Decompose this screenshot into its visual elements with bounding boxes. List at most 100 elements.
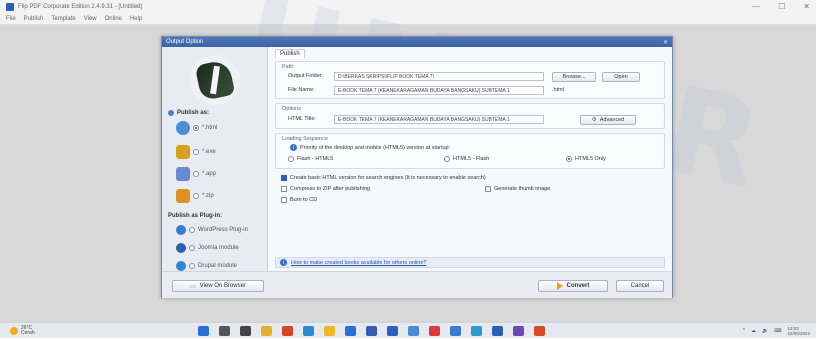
radio-flash-html5[interactable] xyxy=(288,156,294,162)
publish-settings-pane: Publish Path Output Folder: D:\BERKAS SK… xyxy=(269,47,672,271)
output-folder-input[interactable]: D:\BERKAS SKRIPSI\FLIP BOOK TEMA 7\ xyxy=(334,72,544,81)
publish-option-html[interactable]: *.html xyxy=(176,121,217,135)
check-thumb-image[interactable]: Generate thumb image xyxy=(485,186,550,192)
help-info-icon: i xyxy=(280,259,287,266)
calendar-icon[interactable] xyxy=(513,326,524,336)
taskview-icon[interactable] xyxy=(240,326,251,336)
sun-icon xyxy=(10,327,18,335)
tab-publish[interactable]: Publish xyxy=(275,49,305,58)
plugin-radio-wordpress[interactable] xyxy=(189,227,195,233)
play-icon xyxy=(556,282,563,290)
output-folder-label: Output Folder: xyxy=(288,73,324,79)
check-basic-html[interactable]: Create basic HTML version for search eng… xyxy=(281,175,486,181)
app-title: Flip PDF Corporate Edition 2.4.9.31 - [U… xyxy=(18,4,143,10)
plugin-radio-joomla[interactable] xyxy=(189,245,195,251)
menu-view[interactable]: View xyxy=(84,16,97,22)
checkbox-thumb-image[interactable] xyxy=(485,186,491,192)
photos-icon[interactable] xyxy=(450,326,461,336)
menu-online[interactable]: Online xyxy=(105,16,122,22)
radio-html5-only[interactable] xyxy=(566,156,572,162)
taskbar-apps xyxy=(198,326,545,336)
publish-radio-exe[interactable] xyxy=(193,149,199,155)
menu-file[interactable]: File xyxy=(6,16,16,22)
convert-button[interactable]: Convert xyxy=(538,280,608,292)
checkbox-basic-html[interactable] xyxy=(281,175,287,181)
flip-logo-icon xyxy=(194,58,236,102)
tray-overflow-icon[interactable]: ^ xyxy=(743,328,745,334)
app-logo-icon xyxy=(6,3,14,11)
file-name-input[interactable]: E-BOOK TEMA 7 (KEANEKARAGAMAN BUDAYA BAN… xyxy=(334,86,544,95)
cloud-icon[interactable]: ☁ xyxy=(751,328,756,334)
publish-option-exe[interactable]: *.exe xyxy=(176,145,216,159)
choice-html5-flash[interactable]: HTML5 - Flash xyxy=(444,156,489,162)
options-group-label: Options xyxy=(282,106,301,112)
word-icon[interactable] xyxy=(387,326,398,336)
mail-icon[interactable] xyxy=(408,326,419,336)
open-button[interactable]: Open xyxy=(602,72,640,82)
menu-template[interactable]: Template xyxy=(51,16,75,22)
menu-publish[interactable]: Publish xyxy=(24,16,44,22)
app-menubar: File Publish Template View Online Help xyxy=(0,14,816,25)
maximize-button[interactable]: ☐ xyxy=(778,2,785,11)
search-icon[interactable] xyxy=(219,326,230,336)
pdf-icon[interactable] xyxy=(366,326,377,336)
dialog-titlebar: Output Option ✕ xyxy=(162,37,672,47)
publish-option-zip[interactable]: *.zip xyxy=(176,189,214,203)
window-controls: — ☐ ✕ xyxy=(752,2,810,11)
publish-type-pane: Publish as: *.html *.exe *.app *.zip Pub… xyxy=(162,47,268,271)
help-link[interactable]: How to make created books available for … xyxy=(291,260,426,266)
minimize-button[interactable]: — xyxy=(752,2,760,11)
plugin-option-joomla[interactable]: Joomla module xyxy=(176,243,239,253)
weather-widget[interactable]: 26°C Cerah xyxy=(10,326,35,336)
choice-html5-only[interactable]: HTML5 Only xyxy=(566,156,606,162)
store-icon[interactable] xyxy=(345,326,356,336)
bullet-icon xyxy=(168,110,174,116)
word2-icon[interactable] xyxy=(492,326,503,336)
advanced-button[interactable]: ⚙ Advanced xyxy=(580,115,636,125)
exe-icon xyxy=(176,145,190,159)
publish-radio-app[interactable] xyxy=(193,171,199,177)
plugin-option-wordpress[interactable]: WordPress Plug-in xyxy=(176,225,248,235)
plugin-option-drupal[interactable]: Drupal module xyxy=(176,261,237,271)
edge-icon[interactable] xyxy=(303,326,314,336)
app-red-icon[interactable] xyxy=(429,326,440,336)
html-icon xyxy=(176,121,190,135)
cancel-button[interactable]: Cancel xyxy=(616,280,664,292)
radio-html5-flash[interactable] xyxy=(444,156,450,162)
html-title-input[interactable]: E-BOOK TEMA 7 (KEANEKARAGAMAN BUDAYA BAN… xyxy=(334,115,544,124)
start-icon[interactable] xyxy=(198,326,209,336)
volume-icon[interactable]: 🔊 xyxy=(762,328,768,334)
keyboard-icon[interactable]: ⌨ xyxy=(774,328,781,334)
check-compress-zip[interactable]: Compress to ZIP after publishing xyxy=(281,186,370,192)
system-tray: ^ ☁ 🔊 ⌨ 13:03 22/06/2022 xyxy=(743,326,810,336)
menu-help[interactable]: Help xyxy=(130,16,142,22)
browse-button[interactable]: Browse... xyxy=(552,72,596,82)
checkbox-burn-cd[interactable] xyxy=(281,197,287,203)
help-link-bar: i How to make created books available fo… xyxy=(275,257,665,268)
checkbox-compress-zip[interactable] xyxy=(281,186,287,192)
publish-radio-zip[interactable] xyxy=(193,193,199,199)
plugin-radio-drupal[interactable] xyxy=(189,263,195,269)
browser-icon[interactable] xyxy=(471,326,482,336)
loading-group-label: Loading Sequence xyxy=(282,136,328,142)
publish-as-heading: Publish as: xyxy=(168,110,209,116)
clock[interactable]: 13:03 22/06/2022 xyxy=(787,326,810,336)
publish-option-app[interactable]: *.app xyxy=(176,167,216,181)
dialog-close-button[interactable]: ✕ xyxy=(663,39,668,46)
check-burn-cd[interactable]: Burn to CD xyxy=(281,197,317,203)
zip-icon xyxy=(176,189,190,203)
app-titlebar: Flip PDF Corporate Edition 2.4.9.31 - [U… xyxy=(0,0,816,14)
plugin-heading: Publish as Plug-in: xyxy=(168,213,223,219)
choice-flash-html5[interactable]: Flash - HTML5 xyxy=(288,156,333,162)
file-name-label: File Name: xyxy=(288,87,315,93)
dialog-title: Output Option xyxy=(166,39,204,45)
publish-radio-html[interactable] xyxy=(193,125,199,131)
chrome-icon[interactable] xyxy=(282,326,293,336)
view-on-browser-button[interactable]: ▭ View On Browser xyxy=(172,280,264,292)
explorer-icon[interactable] xyxy=(261,326,272,336)
close-window-button[interactable]: ✕ xyxy=(803,2,810,11)
files-icon[interactable] xyxy=(324,326,335,336)
joomla-icon xyxy=(176,243,186,253)
wordpress-icon xyxy=(176,225,186,235)
flip-icon[interactable] xyxy=(534,326,545,336)
